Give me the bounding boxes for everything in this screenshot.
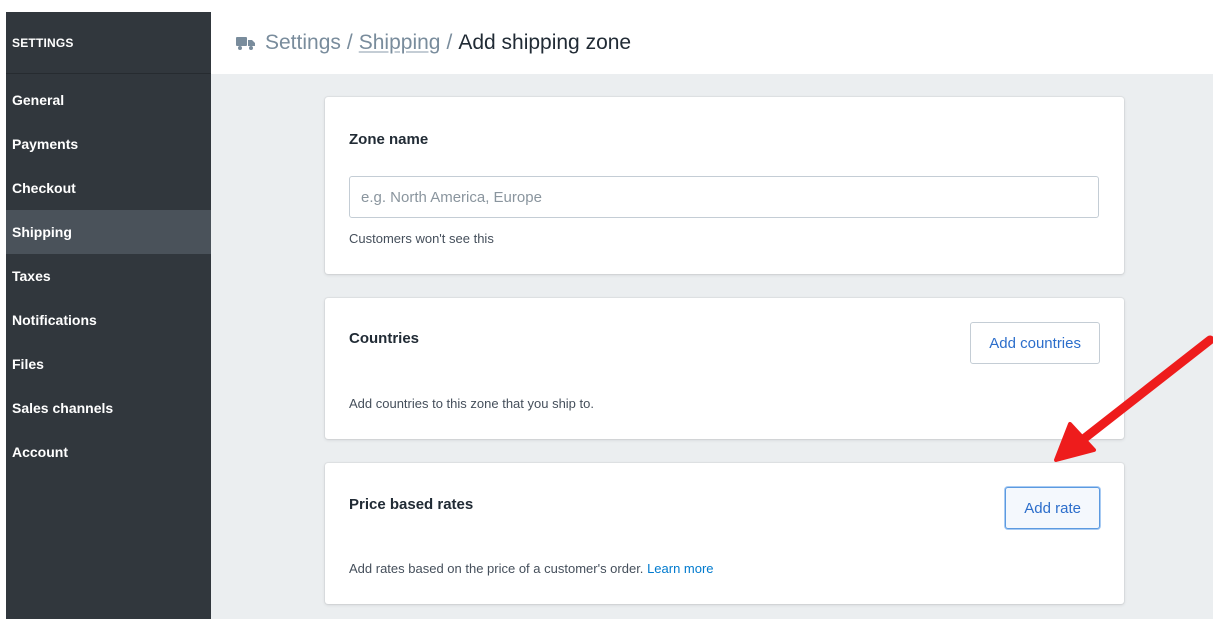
zone-name-input[interactable] <box>349 176 1099 218</box>
sidebar-item-account[interactable]: Account <box>6 430 211 474</box>
sidebar-item-sales-channels[interactable]: Sales channels <box>6 386 211 430</box>
sidebar-item-general[interactable]: General <box>6 78 211 122</box>
sidebar-nav: General Payments Checkout Shipping Taxes… <box>6 74 211 474</box>
page-header: Settings / Shipping / Add shipping zone <box>211 12 1213 74</box>
zone-name-hint: Customers won't see this <box>349 231 494 246</box>
add-countries-button[interactable]: Add countries <box>970 322 1100 364</box>
breadcrumb: Settings / Shipping / Add shipping zone <box>265 31 631 55</box>
countries-title: Countries <box>349 330 420 347</box>
sidebar-item-shipping[interactable]: Shipping <box>6 210 211 254</box>
breadcrumb-shipping[interactable]: Shipping <box>359 31 441 55</box>
add-rate-button[interactable]: Add rate <box>1005 487 1100 529</box>
sidebar-heading: SETTINGS <box>6 12 211 74</box>
page-title: Add shipping zone <box>458 31 632 54</box>
breadcrumb-settings[interactable]: Settings <box>265 31 341 55</box>
sidebar-item-payments[interactable]: Payments <box>6 122 211 166</box>
price-rates-hint-text: Add rates based on the price of a custom… <box>349 561 644 576</box>
price-rates-hint: Add rates based on the price of a custom… <box>349 561 714 576</box>
price-rates-card: Price based rates Add rate Add rates bas… <box>325 463 1124 604</box>
price-rates-title: Price based rates <box>349 496 474 513</box>
breadcrumb-separator: / <box>346 31 353 54</box>
sidebar-item-notifications[interactable]: Notifications <box>6 298 211 342</box>
zone-name-title: Zone name <box>349 131 429 148</box>
sidebar-item-checkout[interactable]: Checkout <box>6 166 211 210</box>
truck-icon <box>235 35 257 51</box>
main-content: Zone name Customers won't see this Count… <box>211 74 1213 619</box>
settings-sidebar: SETTINGS General Payments Checkout Shipp… <box>6 12 211 619</box>
learn-more-link[interactable]: Learn more <box>647 561 713 576</box>
sidebar-item-files[interactable]: Files <box>6 342 211 386</box>
countries-card: Countries Add countries Add countries to… <box>325 298 1124 439</box>
zone-name-card: Zone name Customers won't see this <box>325 97 1124 274</box>
breadcrumb-separator: / <box>446 31 453 54</box>
countries-hint: Add countries to this zone that you ship… <box>349 396 594 411</box>
sidebar-item-taxes[interactable]: Taxes <box>6 254 211 298</box>
